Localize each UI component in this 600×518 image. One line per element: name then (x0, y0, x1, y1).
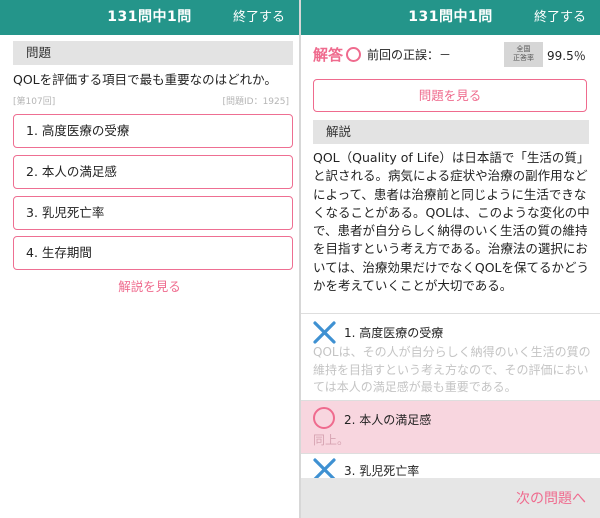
end-button[interactable]: 終了する (233, 0, 285, 35)
view-question-button[interactable]: 問題を見る (313, 79, 587, 112)
national-rate-badge: 全国 正答率 (504, 42, 543, 67)
question-id-label: [問題ID：1925] (222, 97, 289, 107)
option-note: QOLは、その人が自分らしく納得のいく生活の質の維持を目指すという考え方なので、… (313, 345, 591, 394)
end-button[interactable]: 終了する (534, 0, 586, 35)
explanation-panel: 131問中1問 終了する 解答 前回の正誤：－ 全国 正答率 99.5％ 問題を… (301, 0, 600, 518)
show-explanation-link[interactable]: 解説を見る (0, 276, 299, 295)
choice-button-1[interactable]: 1. 高度医療の受療 (13, 114, 293, 148)
option-label: 3. 乳児死亡率 (344, 464, 420, 478)
question-section-header: 問題 (13, 41, 293, 65)
option-label: 2. 本人の満足感 (344, 413, 432, 427)
footer-bar: 次の問題へ (301, 478, 600, 518)
option-label: 1. 高度医療の受療 (344, 326, 444, 340)
national-rate-value: 99.5％ (547, 49, 586, 63)
exam-session-label: [第107回] (13, 97, 56, 107)
option-row-2-correct: 2. 本人の満足感 同上。 (301, 400, 600, 453)
choice-button-3[interactable]: 3. 乳児死亡率 (13, 196, 293, 230)
choice-button-4[interactable]: 4. 生存期間 (13, 236, 293, 270)
cross-icon (313, 321, 336, 344)
previous-result: 前回の正誤：－ (367, 48, 452, 62)
option-row-1: 1. 高度医療の受療 QOLは、その人が自分らしく納得のいく生活の質の維持を目指… (301, 313, 600, 400)
answer-label: 解答 (313, 46, 344, 64)
circle-icon (313, 407, 335, 429)
question-text: QOLを評価する項目で最も重要なのはどれか。 (13, 72, 277, 87)
app-header: 131問中1問 終了する (301, 0, 600, 35)
rate-badge-line1: 全国 (516, 45, 531, 53)
question-panel: 131問中1問 終了する 問題 QOLを評価する項目で最も重要なのはどれか。 [… (0, 0, 299, 518)
option-note: 同上。 (313, 433, 350, 447)
circle-icon (346, 47, 361, 62)
app-header: 131問中1問 終了する (0, 0, 299, 35)
explanation-section-header: 解説 (313, 120, 589, 144)
rate-badge-line2: 正答率 (513, 54, 534, 62)
choice-button-2[interactable]: 2. 本人の満足感 (13, 155, 293, 189)
next-question-button[interactable]: 次の問題へ (516, 488, 586, 508)
explanation-text: QOL（Quality of Life）は日本語で「生活の質」と訳される。病気に… (313, 150, 590, 294)
